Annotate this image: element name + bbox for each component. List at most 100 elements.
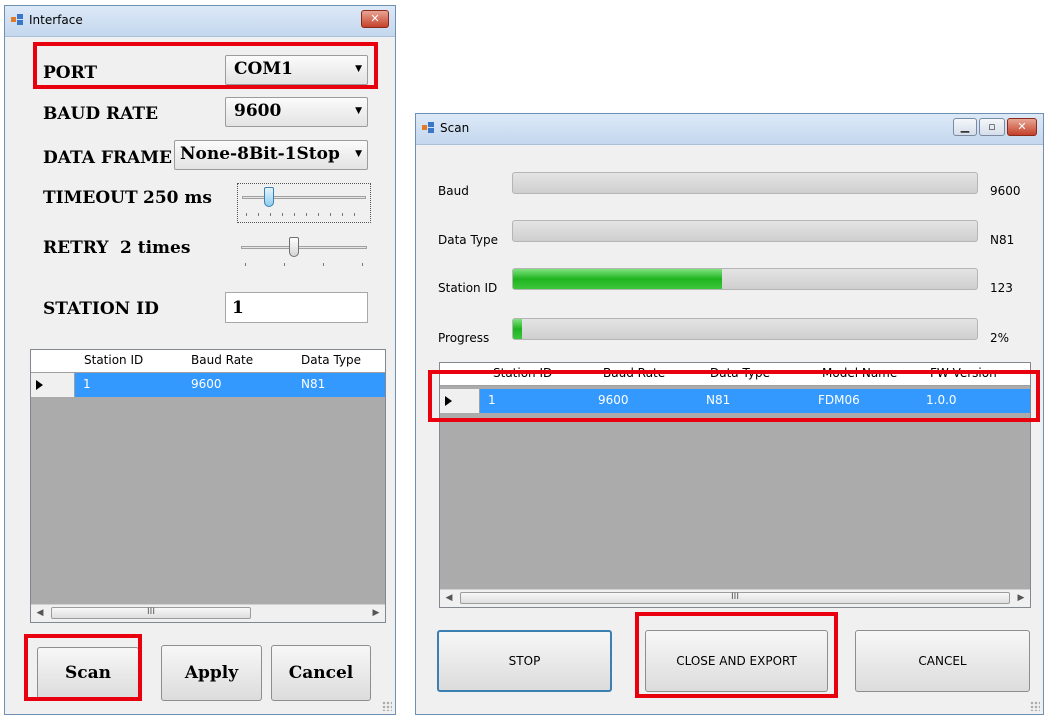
column-header-station-id[interactable]: Station ID [84,353,143,367]
overall-progress-value: 2% [990,331,1010,345]
scan-window: Scan ▁ ▫ ✕ Baud 9600 Data Type N81 Stati… [415,113,1044,715]
overall-progress-bar [512,318,978,340]
row-header[interactable] [31,373,75,397]
scroll-left-icon[interactable]: ◀ [441,591,457,605]
cancel-button[interactable]: Cancel [271,645,371,701]
data-type-progress-bar [512,220,978,242]
station-id-field[interactable] [225,292,368,323]
baud-progress-bar [512,172,978,194]
minimize-button[interactable]: ▁ [953,118,977,136]
interface-titlebar: Interface ✕ [5,6,395,37]
retry-label: RETRY [43,238,109,258]
cell-data-type: N81 [301,377,326,391]
window-title: Scan [440,121,470,135]
data-frame-select[interactable]: None-8Bit-1Stop ▼ [174,140,368,170]
row-selection [75,373,385,397]
cell-model-name: FDM06 [818,393,860,407]
close-icon: ✕ [1017,120,1027,133]
resize-grip-icon[interactable] [382,701,392,711]
resize-grip-icon[interactable] [1030,701,1040,711]
scroll-thumb[interactable]: III [51,607,251,619]
apply-button-label: Apply [184,663,239,683]
scan-button-label: Scan [64,663,111,683]
column-header-model-name[interactable]: Model Name [822,366,897,380]
baud-progress-value: 9600 [990,184,1021,198]
progress-fill [513,269,722,289]
cell-station-id: 1 [488,393,496,407]
horizontal-scrollbar[interactable]: ◀ III ▶ [440,589,1030,607]
apply-button[interactable]: Apply [161,645,262,701]
retry-slider-track [241,246,367,249]
chevron-down-icon: ▼ [355,64,362,74]
cancel-button-label: CANCEL [918,654,967,668]
cell-baud-rate: 9600 [191,377,222,391]
scan-titlebar: Scan ▁ ▫ ✕ [416,114,1043,145]
grid-header: Station ID Baud Rate Data Type Model Nam… [440,363,1030,386]
baud-rate-value: 9600 [234,101,282,121]
station-id-progress-value: 123 [990,281,1013,295]
scroll-thumb-grip: III [731,592,739,602]
chevron-down-icon: ▼ [355,149,362,159]
column-header-baud-rate[interactable]: Baud Rate [191,353,253,367]
progress-fill [513,319,523,339]
station-id-label: STATION ID [43,299,159,319]
scan-grid[interactable]: Station ID Baud Rate Data Type Model Nam… [439,362,1031,608]
scan-button[interactable]: Scan [37,647,139,699]
data-frame-label: DATA FRAME [43,148,172,168]
scroll-left-icon[interactable]: ◀ [32,606,48,620]
overall-progress-label: Progress [438,331,490,345]
timeout-slider-ticks [246,213,362,216]
cancel-button-label: Cancel [288,663,354,683]
chevron-down-icon: ▼ [355,106,362,116]
data-type-progress-value: N81 [990,233,1015,247]
table-row[interactable]: 1 9600 N81 [31,373,385,397]
window-title: Interface [29,13,83,27]
data-frame-value: None-8Bit-1Stop [180,144,340,164]
cell-fw-version: 1.0.0 [926,393,957,407]
baud-rate-label: BAUD RATE [43,104,159,124]
column-header-data-type[interactable]: Data Type [301,353,361,367]
close-and-export-button-label: CLOSE AND EXPORT [676,654,797,668]
maximize-button[interactable]: ▫ [979,118,1005,136]
retry-slider[interactable] [237,234,371,272]
scroll-right-icon[interactable]: ▶ [368,606,384,620]
stop-button-label: STOP [508,654,541,668]
data-type-progress-label: Data Type [438,233,499,247]
horizontal-scrollbar[interactable]: ◀ III ▶ [31,604,385,622]
close-button[interactable]: ✕ [361,10,389,28]
close-icon: ✕ [370,12,380,25]
baud-rate-select[interactable]: 9600 ▼ [225,97,368,127]
column-header-baud-rate[interactable]: Baud Rate [603,366,665,380]
row-header[interactable] [440,389,480,413]
row-pointer-icon [445,396,452,406]
timeout-value: 250 ms [143,188,212,208]
port-select[interactable]: COM1 ▼ [225,55,368,85]
timeout-slider[interactable] [237,183,371,223]
column-header-station-id[interactable]: Station ID [493,366,552,380]
station-id-input[interactable] [226,293,367,322]
scroll-right-icon[interactable]: ▶ [1013,591,1029,605]
interface-grid[interactable]: Station ID Baud Rate Data Type 1 9600 N8… [30,349,386,623]
station-id-progress-label: Station ID [438,281,498,295]
cancel-button[interactable]: CANCEL [855,630,1030,692]
retry-slider-thumb[interactable] [289,237,299,257]
app-icon [422,122,434,133]
close-and-export-button[interactable]: CLOSE AND EXPORT [645,630,828,692]
stop-button[interactable]: STOP [437,630,612,692]
column-header-data-type[interactable]: Data Type [710,366,770,380]
timeout-slider-thumb[interactable] [264,187,274,207]
scroll-thumb[interactable]: III [460,592,1010,604]
column-header-fw-version[interactable]: FW Version [930,366,997,380]
retry-value: 2 times [120,238,191,258]
port-value: COM1 [234,59,293,79]
cell-data-type: N81 [706,393,731,407]
app-icon [11,14,23,25]
interface-window: Interface ✕ PORT COM1 ▼ BAUD RATE 9600 ▼… [4,5,396,715]
timeout-label: TIMEOUT [43,188,138,208]
minimize-icon: ▁ [960,120,970,133]
baud-progress-label: Baud [438,184,469,198]
table-row[interactable]: 1 9600 N81 FDM06 1.0.0 [440,389,1030,413]
station-id-progress-bar [512,268,978,290]
close-button[interactable]: ✕ [1007,118,1037,136]
row-pointer-icon [36,380,43,390]
